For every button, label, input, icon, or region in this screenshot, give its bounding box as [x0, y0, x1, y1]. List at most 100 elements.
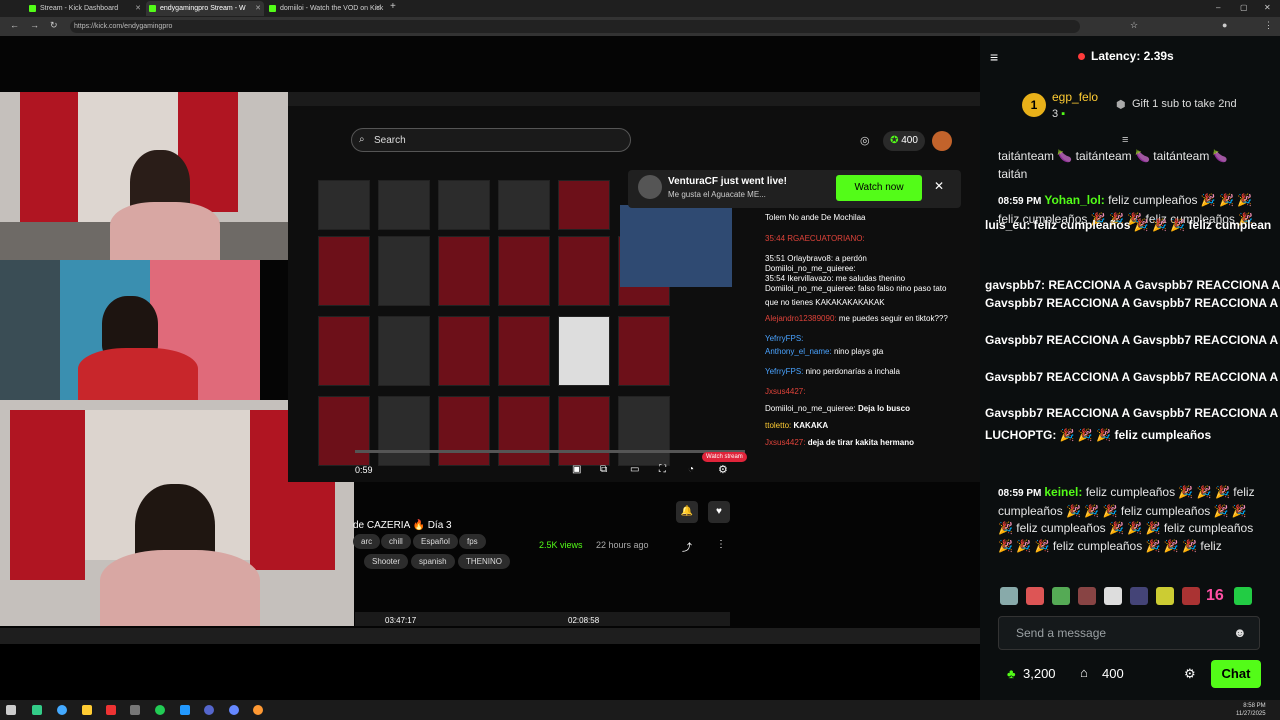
inner-chat-line: Jxsus4427: deja de tirar kakita hermano — [765, 438, 914, 447]
vod-timecode: 0:59 — [355, 465, 373, 475]
kick-favicon-icon — [269, 5, 276, 12]
inner-stream-preview[interactable] — [620, 205, 732, 287]
taskbar-app-icon[interactable] — [32, 705, 42, 715]
pip-icon[interactable]: ▣ — [572, 464, 581, 475]
new-tab-icon[interactable]: + — [390, 1, 396, 12]
emote-icon[interactable] — [1234, 587, 1252, 605]
emote-icon[interactable] — [1156, 587, 1174, 605]
emote-icon[interactable] — [1104, 587, 1122, 605]
top-gifter-count: 3 ▪ — [1052, 108, 1066, 120]
emoji-picker-icon[interactable]: ☻ — [1233, 625, 1247, 640]
taskbar-app-icon[interactable] — [253, 705, 263, 715]
settings-icon[interactable]: ⚙ — [718, 463, 728, 476]
chat-overlay-spam: gavspbb7: REACCIONA A Gavspbb7 REACCIONA… — [985, 278, 1280, 292]
more-options-icon[interactable]: ⋮ — [716, 539, 726, 550]
emote-icon[interactable] — [1130, 587, 1148, 605]
points-icon: ✪ — [890, 135, 902, 146]
notification-subtitle: Me gusta el Aguacate ME... — [668, 190, 766, 199]
notify-bell-icon[interactable]: 🔔 — [676, 501, 698, 523]
discord-icon[interactable] — [229, 705, 239, 715]
inner-chat-line: Jxsus4427: — [765, 387, 806, 396]
close-window-icon[interactable]: ✕ — [1264, 3, 1271, 12]
vod-age: 22 hours ago — [596, 540, 649, 550]
chat-overlay-spam: luis_eu: feliz cumpleaños 🎉 🎉 🎉 feliz cu… — [985, 218, 1272, 232]
share-icon[interactable]: ⤴ — [682, 539, 692, 554]
gift-sub-prompt[interactable]: Gift 1 sub to take 2nd — [1132, 98, 1237, 110]
tab-endygamingpro[interactable]: endygamingpro Stream - W ✕ — [146, 1, 264, 16]
gift-icon: ▪ — [1061, 108, 1066, 120]
kick-points-balance[interactable]: 3,200 — [1023, 666, 1056, 681]
profile-avatar[interactable]: ● — [1222, 20, 1227, 30]
start-icon[interactable] — [6, 705, 16, 715]
chat-overlay-spam: Gavspbb7 REACCIONA A Gavspbb7 REACCIONA … — [985, 333, 1280, 347]
inner-clip-icon[interactable]: ◎ — [860, 134, 870, 147]
expand-leaderboard-icon[interactable]: ≡ — [1122, 134, 1128, 146]
inner-chat-line: Domiiloi_no_me_quieree: Deja lo busco — [765, 404, 910, 413]
system-clock[interactable]: 8:58 PM 11/27/2025 — [1236, 702, 1266, 718]
taskbar-app-icon[interactable] — [180, 705, 190, 715]
close-notification-icon[interactable]: ✕ — [934, 179, 944, 193]
notification-title: VenturaCF just went live! — [668, 176, 787, 187]
close-tab-icon[interactable]: ✕ — [255, 1, 261, 16]
watch-now-button[interactable]: Watch now — [836, 175, 922, 201]
close-tab-icon[interactable]: ✕ — [375, 1, 381, 16]
url-field[interactable]: https://kick.com/endygamingpro — [70, 20, 1080, 33]
browser-tab-bar: Stream - Kick Dashboard ✕ endygamingpro S… — [0, 0, 1280, 17]
shared-screen-titlebar — [288, 92, 980, 106]
back-icon[interactable]: ← — [10, 20, 19, 30]
clip-icon[interactable]: ⧉ — [600, 464, 607, 475]
theater-icon[interactable]: ▭ — [630, 464, 639, 475]
vod-progress-track[interactable] — [355, 450, 745, 453]
forward-icon[interactable]: → — [30, 20, 39, 30]
taskbar-app-icon[interactable] — [106, 705, 116, 715]
tag-chip[interactable]: Español — [413, 534, 458, 549]
tag-chip[interactable]: chill — [381, 534, 411, 549]
tab-kick-dashboard[interactable]: Stream - Kick Dashboard ✕ — [26, 1, 144, 16]
explorer-icon[interactable] — [82, 705, 92, 715]
tag-chip[interactable]: THENINO — [458, 554, 510, 569]
taskbar-app-icon[interactable] — [130, 705, 140, 715]
more-menu-icon[interactable]: ⋮ — [1264, 20, 1273, 31]
bookmark-star-icon[interactable]: ☆ — [1130, 20, 1138, 31]
fullscreen-icon[interactable]: ⛶ — [659, 464, 666, 475]
inner-chat-line: 35:54 Ikervillavazo: me saludas thenino — [765, 274, 906, 283]
inner-avatar[interactable] — [932, 131, 952, 151]
tag-chip[interactable]: arc — [353, 534, 381, 549]
inner-points-pill[interactable]: ✪ 400 — [883, 131, 925, 151]
channel-points[interactable]: 400 — [1102, 666, 1124, 681]
chat-overlay-spam: Gavspbb7 REACCIONA A Gavspbb7 REACCIONA … — [985, 406, 1280, 420]
spotify-icon[interactable] — [155, 705, 165, 715]
chrome-icon[interactable] — [57, 705, 67, 715]
inner-chat-line: Tolem No ande De Mochilaa — [765, 213, 866, 222]
inner-taskbar — [0, 628, 980, 644]
reload-icon[interactable]: ↻ — [50, 20, 58, 31]
collapse-chat-icon[interactable]: ≡ — [990, 49, 998, 65]
tab-domiiloi-vod[interactable]: domiiloi - Watch the VOD on Kick ✕ — [266, 1, 384, 16]
emote-badge[interactable]: 16 — [1206, 587, 1224, 605]
inner-chat-line: que no tienes KAKAKAKAKAKAK — [765, 298, 885, 307]
follow-heart-icon[interactable]: ♥ — [708, 501, 730, 523]
emote-icon[interactable] — [1052, 587, 1070, 605]
maximize-icon[interactable]: ▢ — [1240, 3, 1248, 12]
inner-search-input[interactable]: Search — [351, 128, 631, 152]
chat-send-button[interactable]: Chat — [1211, 660, 1261, 688]
inner-chat-line: ttoletto: KAKAKA — [765, 421, 829, 430]
taskbar-app-icon[interactable] — [204, 705, 214, 715]
chat-message: taitánteam 🍆 taitánteam 🍆 taitánteam 🍆 t… — [998, 149, 1228, 181]
emote-icon[interactable] — [1078, 587, 1096, 605]
chat-message-input[interactable]: Send a message — [998, 616, 1260, 650]
emote-icon[interactable] — [1182, 587, 1200, 605]
live-label[interactable]: Watch stream — [702, 452, 747, 462]
chat-overlay-spam: Gavspbb7 REACCIONA A Gavspbb7 REACCIONA … — [985, 370, 1280, 384]
emote-icon[interactable] — [1026, 587, 1044, 605]
chat-settings-icon[interactable]: ⚙ — [1184, 666, 1196, 682]
top-gifter-name[interactable]: egp_felo — [1052, 90, 1098, 104]
windows-taskbar — [0, 700, 1280, 720]
tag-chip[interactable]: Shooter — [364, 554, 409, 569]
tag-chip[interactable]: spanish — [411, 554, 455, 569]
tag-chip[interactable]: fps — [459, 534, 486, 549]
close-tab-icon[interactable]: ✕ — [135, 1, 141, 16]
emote-icon[interactable] — [1000, 587, 1018, 605]
speed-icon[interactable]: ◔ — [688, 464, 694, 475]
minimize-icon[interactable]: – — [1216, 3, 1220, 12]
